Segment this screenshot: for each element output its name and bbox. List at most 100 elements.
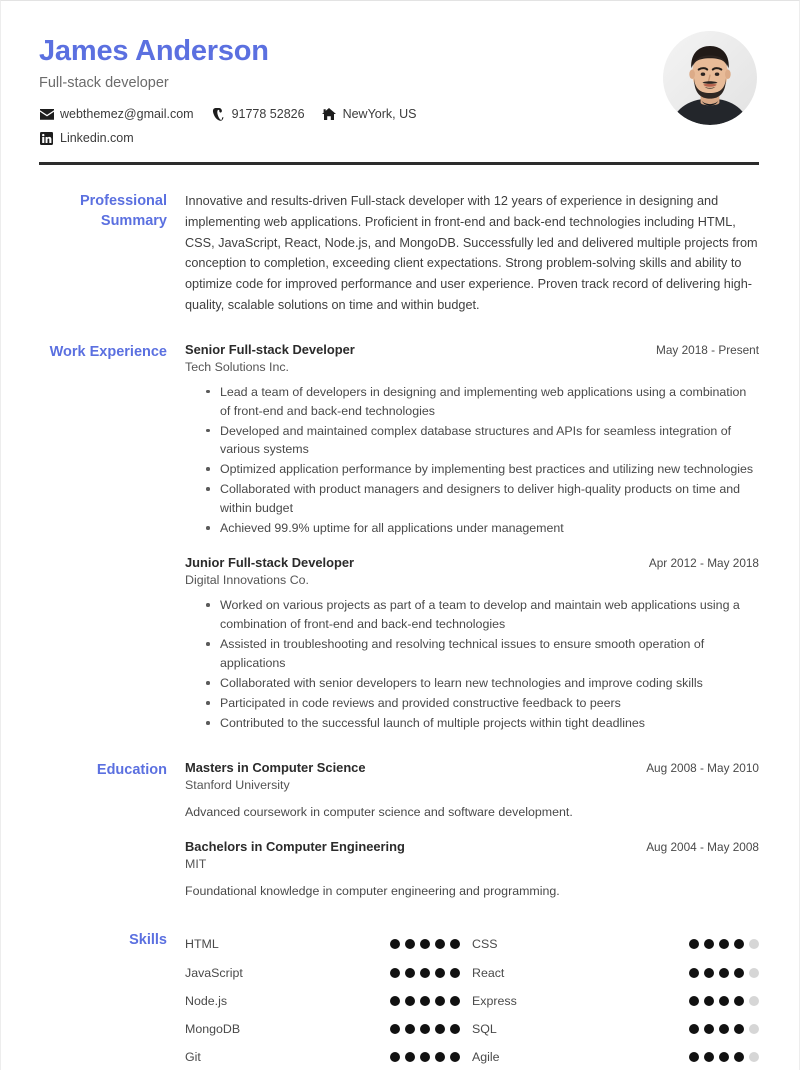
bullet-item: Collaborated with senior developers to l… bbox=[206, 674, 759, 693]
rating-dot-filled bbox=[689, 939, 699, 950]
rating-dot-filled bbox=[689, 967, 699, 978]
skill-row: JavaScript bbox=[185, 959, 472, 987]
skill-row: MongoDB bbox=[185, 1015, 472, 1043]
bullet-item: Contributed to the successful launch of … bbox=[206, 714, 759, 733]
rating-dot-filled bbox=[390, 1023, 400, 1034]
entry-date: Apr 2012 - May 2018 bbox=[648, 556, 759, 571]
rating-dot-filled bbox=[390, 995, 400, 1006]
rating-dot-filled bbox=[704, 967, 714, 978]
skill-name: Git bbox=[185, 1050, 201, 1065]
skill-rating bbox=[390, 939, 460, 950]
skill-name: MongoDB bbox=[185, 1021, 241, 1036]
bullet-item: Worked on various projects as part of a … bbox=[206, 596, 759, 634]
bullet-item: Optimized application performance by imp… bbox=[206, 460, 759, 479]
contact-label: webthemez@gmail.com bbox=[60, 107, 194, 122]
header-divider bbox=[39, 162, 759, 166]
entry-header: Senior Full-stack Developer May 2018 - Pr… bbox=[185, 342, 759, 357]
linkedin-icon bbox=[39, 131, 54, 145]
header-left: James Anderson Full-stack developer webt… bbox=[39, 31, 469, 145]
bullet-item: Collaborated with product managers and d… bbox=[206, 480, 759, 518]
entry-description: Foundational knowledge in computer engin… bbox=[185, 883, 560, 898]
rating-dot-filled bbox=[420, 939, 430, 950]
entry-date: Aug 2008 - May 2010 bbox=[646, 761, 759, 776]
entry-role: Junior Full-stack Developer bbox=[185, 555, 355, 571]
rating-dot-filled bbox=[734, 967, 744, 978]
rating-dot-filled bbox=[734, 995, 744, 1006]
rating-dot-filled bbox=[450, 1052, 460, 1063]
entry-role: Senior Full-stack Developer bbox=[185, 341, 355, 357]
rating-dot-filled bbox=[689, 995, 699, 1006]
rating-dot-filled bbox=[405, 995, 415, 1006]
entry-header: Junior Full-stack Developer Apr 2012 - Ma… bbox=[185, 555, 759, 570]
rating-dot-filled bbox=[390, 967, 400, 978]
experience-entry: Senior Full-stack Developer May 2018 - Pr… bbox=[185, 342, 759, 539]
rating-dot-empty bbox=[749, 967, 759, 978]
skill-row: Git bbox=[185, 1043, 472, 1070]
skill-row: React bbox=[472, 959, 759, 987]
resume-page: James Anderson Full-stack developer webt… bbox=[0, 0, 800, 1070]
skill-rating bbox=[390, 995, 460, 1006]
phone-icon bbox=[211, 107, 226, 121]
avatar bbox=[663, 31, 757, 125]
section-title-education: Education bbox=[96, 762, 167, 779]
education-entry: Bachelors in Computer Engineering Aug 200… bbox=[185, 839, 759, 901]
summary-text: Innovative and results-driven Full-stack… bbox=[185, 194, 758, 312]
entry-header: Masters in Computer Science Aug 2008 - Ma… bbox=[185, 760, 759, 775]
rating-dot-filled bbox=[390, 1052, 400, 1063]
section-skills: Skills HTML JavaScript Node.js MongoDB Git Re… bbox=[1, 930, 799, 1070]
rating-dot-filled bbox=[405, 939, 415, 950]
contact-item-linkedin[interactable]: Linkedin.com bbox=[39, 131, 134, 145]
skills-column-right: CSSReactExpressSQLAgileTesting bbox=[472, 930, 759, 1070]
contact-label: 91778 52826 bbox=[231, 107, 305, 122]
skill-name: SQL bbox=[472, 1021, 497, 1036]
skill-rating bbox=[689, 967, 759, 978]
contact-item-home[interactable]: NewYork, US bbox=[322, 107, 417, 122]
skill-rating bbox=[689, 1023, 759, 1034]
skill-row: Node.js bbox=[185, 987, 472, 1015]
skill-row: CSS bbox=[472, 930, 759, 958]
rating-dot-filled bbox=[689, 1052, 699, 1063]
rating-dot-filled bbox=[405, 1023, 415, 1034]
rating-dot-filled bbox=[719, 1023, 729, 1034]
contact-label: Linkedin.com bbox=[60, 131, 134, 146]
skill-name: HTML bbox=[185, 937, 219, 952]
contact-label: NewYork, US bbox=[342, 107, 417, 122]
skill-rating bbox=[390, 1052, 460, 1063]
skill-name: CSS bbox=[472, 937, 498, 952]
skills-grid: HTMLJavaScriptNode.jsMongoDBGitResponsiv… bbox=[185, 930, 759, 1070]
skill-rating bbox=[689, 1052, 759, 1063]
rating-dot-filled bbox=[405, 1052, 415, 1063]
rating-dot-filled bbox=[390, 939, 400, 950]
rating-dot-filled bbox=[704, 939, 714, 950]
section-title-summary: Professional Summary bbox=[79, 193, 167, 229]
rating-dot-filled bbox=[420, 1023, 430, 1034]
education-body: Masters in Computer Science Aug 2008 - Ma… bbox=[185, 760, 759, 900]
experience-body: Senior Full-stack Developer May 2018 - Pr… bbox=[185, 342, 759, 735]
skill-name: React bbox=[472, 965, 505, 980]
skill-rating bbox=[390, 967, 460, 978]
skill-rating bbox=[689, 995, 759, 1006]
rating-dot-filled bbox=[450, 967, 460, 978]
page-title: James Anderson bbox=[39, 35, 269, 67]
entry-school: MIT bbox=[185, 856, 207, 871]
rating-dot-filled bbox=[435, 967, 445, 978]
education-entry: Masters in Computer Science Aug 2008 - Ma… bbox=[185, 760, 759, 822]
skills-body: HTMLJavaScriptNode.jsMongoDBGitResponsiv… bbox=[185, 930, 759, 1070]
bullet-item: Developed and maintained complex databas… bbox=[206, 422, 759, 460]
resume-header: James Anderson Full-stack developer webt… bbox=[1, 1, 799, 145]
rating-dot-filled bbox=[719, 939, 729, 950]
skill-rating bbox=[390, 1023, 460, 1034]
rating-dot-filled bbox=[450, 995, 460, 1006]
rating-dot-filled bbox=[704, 1023, 714, 1034]
rating-dot-empty bbox=[749, 1023, 759, 1034]
experience-entry: Junior Full-stack Developer Apr 2012 - Ma… bbox=[185, 555, 759, 733]
entry-degree: Bachelors in Computer Engineering bbox=[185, 838, 405, 854]
contact-item-envelope[interactable]: webthemez@gmail.com bbox=[39, 107, 194, 121]
rating-dot-filled bbox=[734, 939, 744, 950]
skill-rating bbox=[689, 939, 759, 950]
rating-dot-filled bbox=[719, 995, 729, 1006]
contact-item-phone[interactable]: 91778 52826 bbox=[211, 107, 305, 121]
section-professional-summary: Professional Summary Innovative and resu… bbox=[1, 191, 799, 315]
rating-dot-filled bbox=[420, 1052, 430, 1063]
bullet-item: Participated in code reviews and provide… bbox=[206, 694, 759, 713]
